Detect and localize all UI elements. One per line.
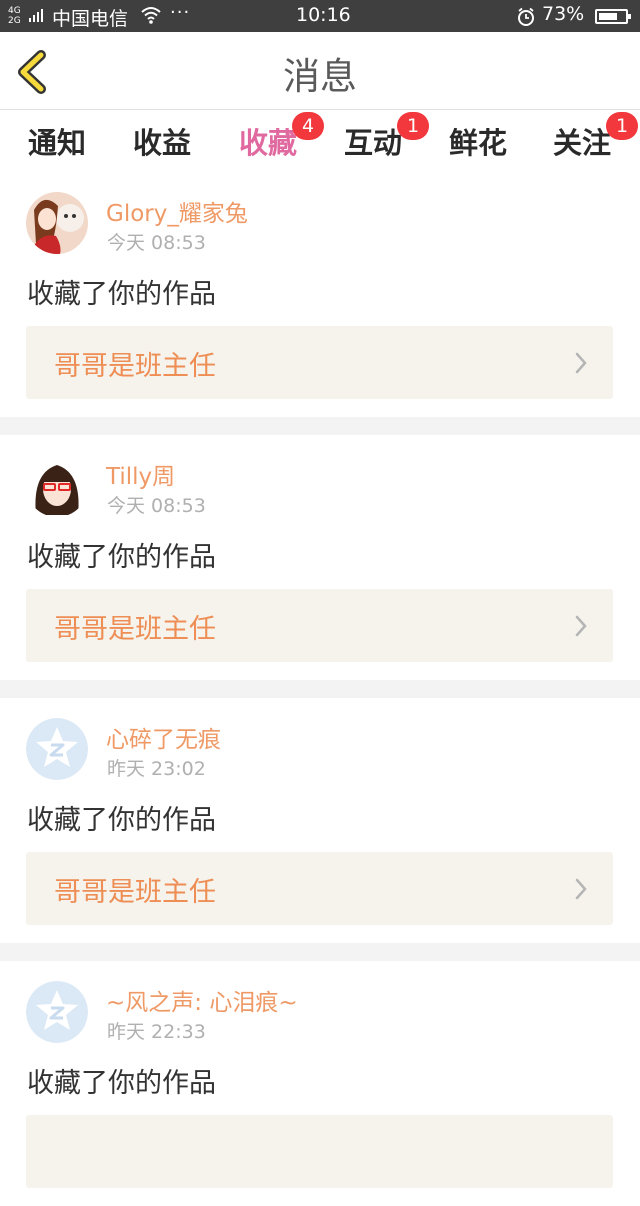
username[interactable]: Glory_耀家兔 [106,194,248,228]
tab-label: 通知 [27,126,86,160]
username[interactable]: 心碎了无痕 [106,720,221,754]
header: 消息 [0,32,640,110]
more-icon: ··· [170,2,191,23]
work-link[interactable]: 哥哥是班主任 [26,589,613,662]
carrier-name: 中国电信 [52,8,129,30]
divider [0,417,640,435]
battery-percent: 73% [542,3,585,25]
status-bar: 4G 2G 中国电信 ··· 10:16 73% [0,0,640,32]
tab-earnings[interactable]: 收益 [122,120,202,162]
tab-flowers[interactable]: 鲜花 [438,120,518,162]
tab-label: 互动 [343,126,402,160]
chevron-right-icon [575,615,587,637]
message-list: Glory_耀家兔 今天 08:53 收藏了你的作品 哥哥是班主任 Tilly周… [0,172,640,1206]
avatar[interactable] [26,455,88,517]
alarm-icon [518,7,534,26]
chevron-right-icon [575,878,587,900]
work-link[interactable]: 哥哥是班主任 [26,326,613,399]
network-type: 4G 2G [8,6,21,26]
username[interactable]: ~风之声: 心泪痕~ [106,983,298,1017]
tab-label: 收益 [132,126,191,160]
divider [0,680,640,698]
timestamp: 今天 08:53 [107,495,206,517]
timestamp: 昨天 23:02 [107,758,206,780]
signal-icon [29,9,47,22]
action-text: 收藏了你的作品 [27,1068,216,1099]
default-avatar-icon[interactable] [26,718,88,780]
work-title: 哥哥是班主任 [54,877,216,908]
username[interactable]: Tilly周 [106,457,175,491]
tab-following[interactable]: 关注 1 [542,112,638,162]
tab-label: 关注 [552,126,611,160]
timestamp: 今天 08:53 [107,232,206,254]
avatar[interactable] [26,192,88,254]
timestamp: 昨天 22:33 [107,1021,206,1043]
action-text: 收藏了你的作品 [27,805,216,836]
work-title: 哥哥是班主任 [54,614,216,645]
page-title: 消息 [283,55,357,98]
message-item: Glory_耀家兔 今天 08:53 收藏了你的作品 哥哥是班主任 [0,172,640,417]
work-link[interactable] [26,1115,613,1188]
action-text: 收藏了你的作品 [27,279,216,310]
tab-interactions[interactable]: 互动 1 [333,112,429,162]
clock: 10:16 [296,4,351,26]
tab-favorites[interactable]: 收藏 4 [228,112,324,176]
message-item: ~风之声: 心泪痕~ 昨天 22:33 收藏了你的作品 [0,961,640,1206]
tab-notifications[interactable]: 通知 [17,120,97,162]
work-link[interactable]: 哥哥是班主任 [26,852,613,925]
default-avatar-icon[interactable] [26,981,88,1043]
wifi-icon [141,7,161,24]
message-item: Tilly周 今天 08:53 收藏了你的作品 哥哥是班主任 [0,435,640,680]
unread-badge: 1 [397,112,429,140]
divider [0,943,640,961]
action-text: 收藏了你的作品 [27,542,216,573]
work-title: 哥哥是班主任 [54,351,216,382]
message-item: 心碎了无痕 昨天 23:02 收藏了你的作品 哥哥是班主任 [0,698,640,943]
unread-badge: 1 [606,112,638,140]
unread-badge: 4 [292,112,324,140]
chevron-right-icon [575,352,587,374]
battery-icon [595,9,631,24]
tab-bar: 通知 收益 收藏 4 互动 1 鲜花 关注 1 [0,110,640,176]
tab-label: 鲜花 [448,126,507,160]
tab-label: 收藏 [238,126,297,160]
